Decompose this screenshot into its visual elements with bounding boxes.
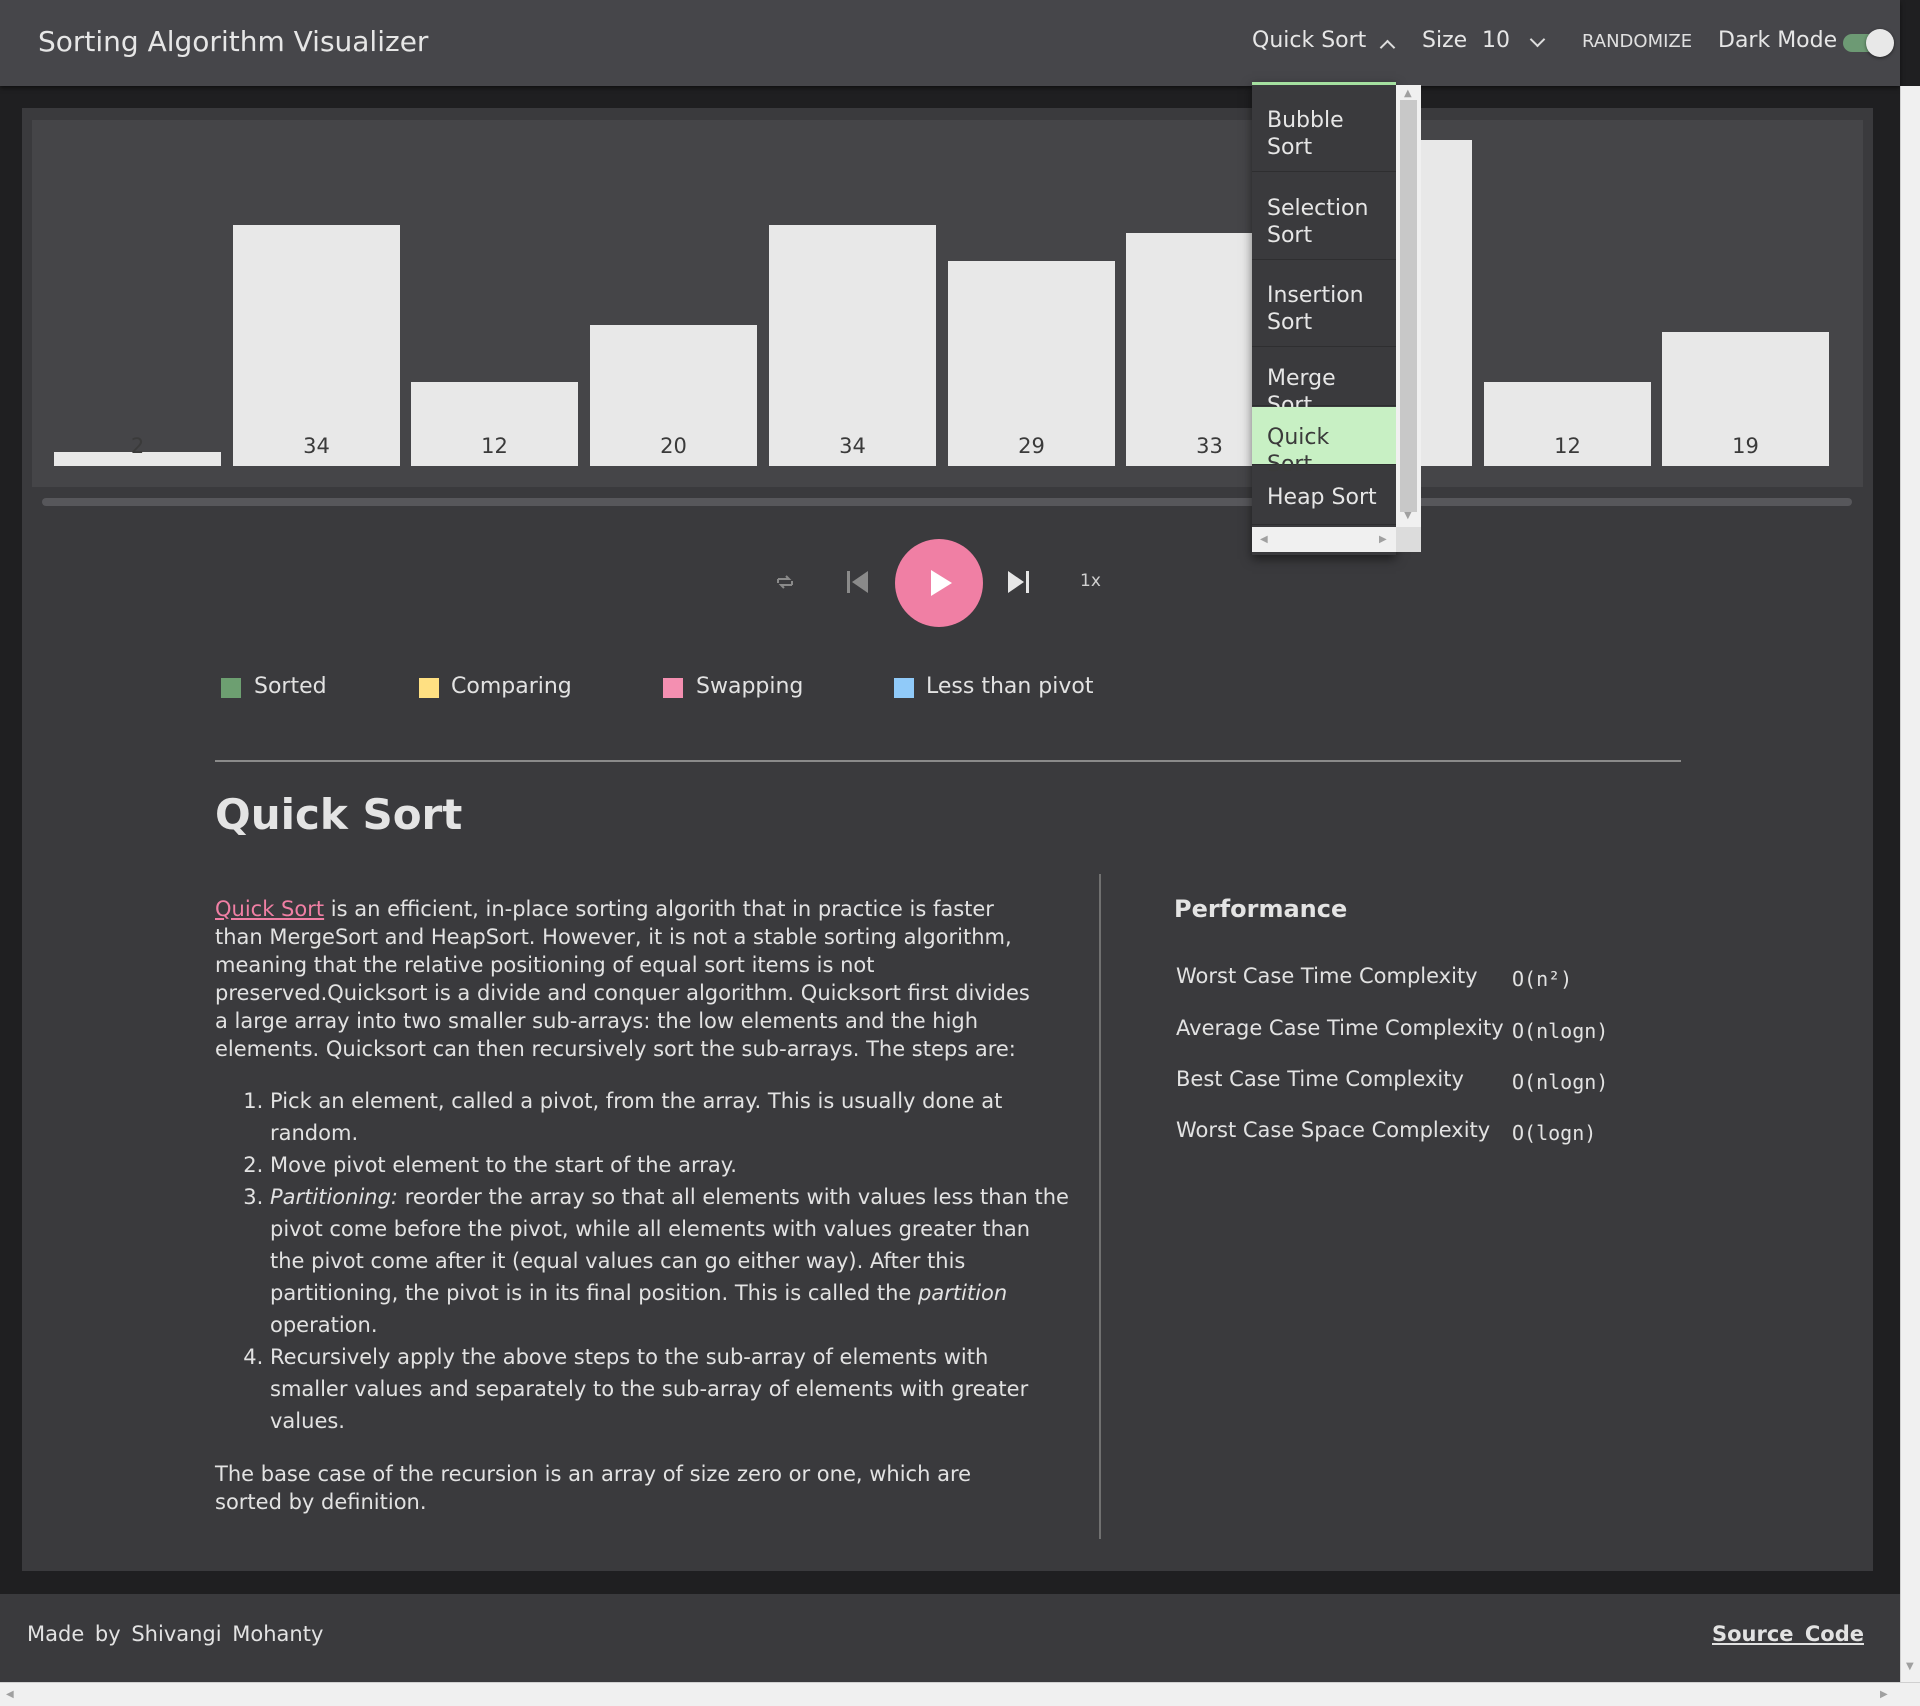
legend-swatch-comparing <box>419 678 439 698</box>
algorithm-dropdown-menu: Bubble Sort Selection Sort Insertion Sor… <box>1252 82 1396 555</box>
skip-back-icon[interactable] <box>845 568 871 600</box>
perf-value-worst-time: O(n²) <box>1512 967 1573 991</box>
randomize-button[interactable]: RANDOMIZE <box>1582 31 1692 52</box>
dropdown-item-insertion-sort[interactable]: Insertion Sort <box>1252 272 1396 347</box>
section-divider <box>215 760 1681 762</box>
dropdown-item-selection-sort[interactable]: Selection Sort <box>1252 185 1396 260</box>
perf-label-worst-space: Worst Case Space Complexity <box>1176 1118 1491 1142</box>
performance-title: Performance <box>1174 895 1348 923</box>
dropdown-scroll-up-icon[interactable]: ▲ <box>1404 89 1412 99</box>
play-button[interactable] <box>895 539 983 627</box>
skip-forward-icon[interactable] <box>1005 568 1033 600</box>
perf-label-best-time: Best Case Time Complexity <box>1176 1067 1464 1091</box>
size-label: Size <box>1422 28 1468 53</box>
speed-select[interactable]: 1x <box>1080 571 1101 591</box>
scroll-down-arrow-icon[interactable]: ▼ <box>1906 1662 1914 1672</box>
progress-slider[interactable] <box>42 498 1852 506</box>
legend-swatch-sorted <box>221 678 241 698</box>
dark-mode-toggle-knob[interactable] <box>1866 29 1894 57</box>
dropdown-scroll-left-icon[interactable]: ◀ <box>1260 535 1268 545</box>
dropdown-item-bubble-sort[interactable]: Bubble Sort <box>1252 97 1396 172</box>
algorithm-select[interactable]: Quick Sort <box>1252 28 1366 53</box>
legend-label-swapping: Swapping <box>696 674 804 699</box>
legend-label-comparing: Comparing <box>451 674 572 699</box>
step-item: Pick an element, called a pivot, from th… <box>270 1085 1070 1149</box>
step-emphasis: partition <box>918 1281 1008 1305</box>
bar-value-label: 12 <box>481 434 508 458</box>
dropdown-item-heap-sort[interactable]: Heap Sort <box>1252 467 1396 525</box>
dropdown-scrollbar-corner <box>1396 527 1421 552</box>
perf-value-best-time: O(nlogn) <box>1512 1070 1609 1094</box>
bar-value-label: 34 <box>303 434 330 458</box>
footer-credit: Made by Shivangi Mohanty <box>27 1622 324 1646</box>
legend-swatch-less-than-pivot <box>894 678 914 698</box>
dropdown-scrollbar-horizontal[interactable]: ◀ ▶ <box>1252 527 1396 552</box>
legend-label-sorted: Sorted <box>254 674 327 699</box>
scroll-right-arrow-icon[interactable]: ▶ <box>1880 1690 1888 1700</box>
step-item: Move pivot element to the start of the a… <box>270 1149 1070 1181</box>
dropdown-item-merge-sort[interactable]: Merge Sort <box>1252 348 1396 418</box>
algorithm-steps: Pick an element, called a pivot, from th… <box>215 1085 1070 1437</box>
dropdown-scroll-right-icon[interactable]: ▶ <box>1379 535 1387 545</box>
description-intro: is an efficient, in-place sorting algori… <box>215 897 1030 1061</box>
step-text: operation. <box>270 1313 378 1337</box>
bar-value-label: 20 <box>660 434 687 458</box>
step-emphasis: Partitioning: <box>270 1185 399 1209</box>
bar-value-label: 34 <box>839 434 866 458</box>
column-divider <box>1099 874 1101 1539</box>
bar-value-label: 19 <box>1732 434 1759 458</box>
quick-sort-wiki-link[interactable]: Quick Sort <box>215 897 324 921</box>
bar-value-label: 2 <box>130 434 145 458</box>
play-icon <box>931 570 952 596</box>
page-scrollbar-horizontal[interactable]: ◀ ▶ <box>0 1682 1920 1706</box>
source-code-link[interactable]: Source Code <box>1712 1622 1864 1646</box>
bar-value-label: 12 <box>1554 434 1581 458</box>
perf-label-average-time: Average Case Time Complexity <box>1176 1016 1504 1040</box>
array-bar <box>769 225 936 466</box>
size-select[interactable]: 10 <box>1482 28 1510 53</box>
step-text: Move pivot element to the start of the a… <box>270 1153 737 1177</box>
algorithm-title: Quick Sort <box>215 790 463 839</box>
scroll-left-arrow-icon[interactable]: ◀ <box>6 1690 14 1700</box>
step-text: Recursively apply the above steps to the… <box>270 1345 1029 1433</box>
dropdown-scrollbar-thumb[interactable] <box>1400 100 1417 512</box>
algorithm-description: Quick Sort is an efficient, in-place sor… <box>215 895 1035 1063</box>
array-bar <box>233 225 400 466</box>
app-title: Sorting Algorithm Visualizer <box>38 25 429 58</box>
page-scrollbar-vertical[interactable]: ▼ <box>1900 86 1920 1682</box>
legend-label-less-than-pivot: Less than pivot <box>926 674 1094 699</box>
perf-value-worst-space: O(logn) <box>1512 1121 1597 1145</box>
step-item: Partitioning: reorder the array so that … <box>270 1181 1070 1341</box>
dropdown-item-quick-sort[interactable]: Quick Sort <box>1252 407 1396 477</box>
step-item: Recursively apply the above steps to the… <box>270 1341 1070 1437</box>
dark-mode-label: Dark Mode <box>1718 28 1838 53</box>
repeat-icon[interactable] <box>773 570 797 598</box>
perf-label-worst-time: Worst Case Time Complexity <box>1176 964 1478 988</box>
dropdown-scroll-down-icon[interactable]: ▼ <box>1404 511 1412 521</box>
legend-swatch-swapping <box>663 678 683 698</box>
perf-value-average-time: O(nlogn) <box>1512 1019 1609 1043</box>
bar-value-label: 29 <box>1018 434 1045 458</box>
base-case-text: The base case of the recursion is an arr… <box>215 1462 972 1514</box>
step-text: Pick an element, called a pivot, from th… <box>270 1089 1003 1145</box>
